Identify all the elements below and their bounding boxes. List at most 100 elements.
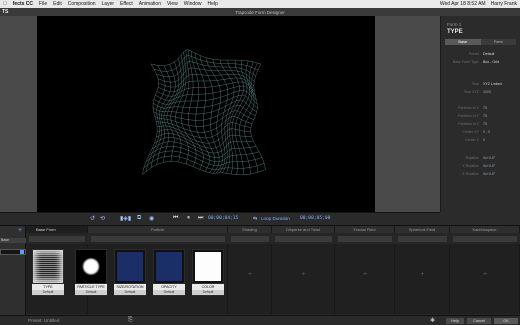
module-column-bar bbox=[338, 236, 392, 242]
add-module-icon[interactable]: + bbox=[363, 271, 367, 278]
menu-edit[interactable]: Edit bbox=[53, 1, 62, 7]
apple-menu-icon[interactable]:  bbox=[3, 1, 7, 7]
cancel-button[interactable]: Cancel bbox=[467, 318, 491, 324]
wire-row bbox=[142, 161, 266, 176]
inspector-row: Base Form Type Box - Grid bbox=[447, 60, 519, 65]
wire-row bbox=[157, 128, 251, 144]
wire-row bbox=[158, 74, 254, 88]
inspector-row-value[interactable]: 75 bbox=[483, 106, 487, 111]
inspector-row: Rotation 0x+0.0° bbox=[447, 156, 519, 161]
add-module-icon[interactable]: + bbox=[483, 271, 487, 278]
inspector-row-label: Particles in Y bbox=[458, 114, 479, 118]
wire-column bbox=[250, 63, 266, 170]
menu-window[interactable]: Window bbox=[184, 1, 202, 7]
save-preset-icon[interactable]: ⎘ bbox=[128, 317, 133, 324]
add-icon[interactable]: + bbox=[18, 227, 22, 234]
menu-help[interactable]: Help bbox=[208, 1, 218, 7]
sidebar-dropdown[interactable] bbox=[0, 249, 26, 255]
viewport-area bbox=[0, 16, 440, 212]
inspector-row-value[interactable]: 0 bbox=[483, 138, 485, 143]
module-tile-preset: Default bbox=[153, 290, 185, 295]
module-tile-opacity[interactable]: OPACITY Default bbox=[153, 249, 185, 296]
menu-view[interactable]: View bbox=[167, 1, 178, 7]
inspector-row-label: Base Form Type bbox=[452, 60, 479, 64]
add-module-icon[interactable]: + bbox=[248, 271, 252, 278]
preset-label: Preset: Untitled bbox=[28, 318, 59, 323]
module-thumbnail bbox=[193, 250, 223, 283]
sidebar-select[interactable]: Base bbox=[0, 238, 26, 243]
module-column-header[interactable]: Particle bbox=[88, 226, 228, 233]
inspector-row-label: Particles in Z bbox=[458, 122, 479, 126]
pause-icon[interactable]: ⏸ bbox=[187, 215, 190, 222]
inspector-row-value[interactable]: 75 bbox=[483, 122, 487, 127]
menu-app[interactable]: fects CC bbox=[13, 1, 33, 7]
module-column-header[interactable]: Fractal Field bbox=[335, 226, 395, 233]
module-tile-color[interactable]: COLOR Default bbox=[192, 249, 224, 296]
inspector-row-label: Size bbox=[472, 82, 479, 86]
module-column[interactable] bbox=[395, 244, 450, 314]
inspector-row-label: Z Rotation bbox=[462, 172, 479, 176]
inspector-row-value[interactable]: 0x+0.0° bbox=[483, 164, 495, 169]
module-column[interactable] bbox=[228, 244, 272, 314]
inspector-row-value[interactable]: 0 , 0 bbox=[483, 130, 490, 135]
inspector-row-value[interactable]: Box - Grid bbox=[483, 60, 499, 65]
inspector-lower bbox=[440, 212, 520, 225]
inspector-row: Y Rotation 0x+0.0° bbox=[447, 164, 519, 169]
module-column[interactable] bbox=[450, 244, 520, 314]
module-column-header[interactable]: Spherical Field bbox=[395, 226, 450, 233]
preview-viewport[interactable] bbox=[37, 16, 375, 212]
module-column-bar bbox=[275, 236, 332, 242]
ok-button[interactable]: OK bbox=[494, 318, 518, 324]
menu-animation[interactable]: Animation bbox=[139, 1, 161, 7]
module-column-bar bbox=[453, 236, 517, 242]
menu-effect[interactable]: Effect bbox=[120, 1, 133, 7]
module-flow: + Base Base Form Particle Shading + Disperse… bbox=[0, 225, 520, 316]
inspector-row-value[interactable]: 0x+0.0° bbox=[483, 156, 495, 161]
panel-tag: TS bbox=[2, 9, 9, 15]
inspector-row-value[interactable]: 75 bbox=[483, 114, 487, 119]
particle-form-preview bbox=[142, 49, 266, 176]
inspector-row-value[interactable]: Default bbox=[483, 52, 494, 57]
module-column[interactable] bbox=[272, 244, 335, 314]
module-column-header[interactable]: Base Form bbox=[26, 226, 88, 233]
preset-sidebar: + Base bbox=[0, 226, 26, 316]
go-to-end-icon[interactable]: ⏭ bbox=[198, 215, 203, 222]
inspector-row: Particles in Z 75 bbox=[447, 122, 519, 127]
module-tile-size[interactable]: SIZE/ROTATION Default bbox=[114, 249, 146, 296]
reset-icon[interactable]: ↺ bbox=[90, 215, 95, 222]
module-column-header[interactable]: Disperse and Twist bbox=[272, 226, 335, 233]
inspector-row-label: Preset bbox=[468, 52, 479, 56]
menu-composition[interactable]: Composition bbox=[68, 1, 96, 7]
module-tile-particle[interactable]: PARTICLE TYPE Default bbox=[75, 249, 107, 296]
module-column-header[interactable]: Kaleidospace bbox=[450, 226, 520, 233]
module-column-header[interactable]: Shading bbox=[228, 226, 272, 233]
add-module-icon[interactable]: + bbox=[302, 271, 306, 278]
module-column[interactable] bbox=[335, 244, 395, 314]
inspector-row-label: Center Z bbox=[465, 138, 479, 142]
menu-layer[interactable]: Layer bbox=[102, 1, 115, 7]
module-tile-preset: Default bbox=[114, 290, 146, 295]
status-bar: Preset: Untitled ⎘ ✱ Help Cancel OK bbox=[0, 315, 520, 325]
current-time[interactable]: 00;00;04;15 bbox=[208, 216, 238, 221]
module-tile-preset: Default bbox=[32, 290, 64, 295]
eye-icon[interactable]: ◉ bbox=[149, 215, 154, 222]
inspector-row-value[interactable]: 0x+0.0° bbox=[483, 172, 495, 177]
settings-icon[interactable]: ✱ bbox=[430, 317, 435, 324]
menu-file[interactable]: File bbox=[39, 1, 47, 7]
dropdown-arrow-icon bbox=[20, 250, 24, 254]
module-tile-preset: Default bbox=[75, 290, 107, 295]
window-title: Trapcode Form Designer bbox=[235, 9, 285, 15]
render-mode-icon[interactable]: ▮◈▮ bbox=[120, 215, 131, 222]
help-button[interactable]: Help bbox=[446, 318, 464, 324]
go-to-start-icon[interactable]: ⏮ bbox=[173, 215, 178, 222]
loop-duration-icon: ⇆ bbox=[253, 216, 258, 222]
loop-icon[interactable]: ⟲ bbox=[100, 215, 105, 222]
module-tile-type[interactable]: TYPE Default bbox=[32, 249, 64, 296]
lock-icon[interactable]: ⧉ bbox=[137, 215, 141, 222]
inspector-row-value[interactable]: XYZ Linked bbox=[483, 82, 502, 87]
add-module-icon[interactable]: + bbox=[421, 271, 425, 278]
inspector-row-value[interactable]: 1000 bbox=[483, 90, 491, 95]
loop-duration-time[interactable]: 00;00;05;00 bbox=[300, 216, 330, 221]
wire-column bbox=[191, 50, 210, 172]
inspector-row: Center Z 0 bbox=[447, 138, 519, 143]
